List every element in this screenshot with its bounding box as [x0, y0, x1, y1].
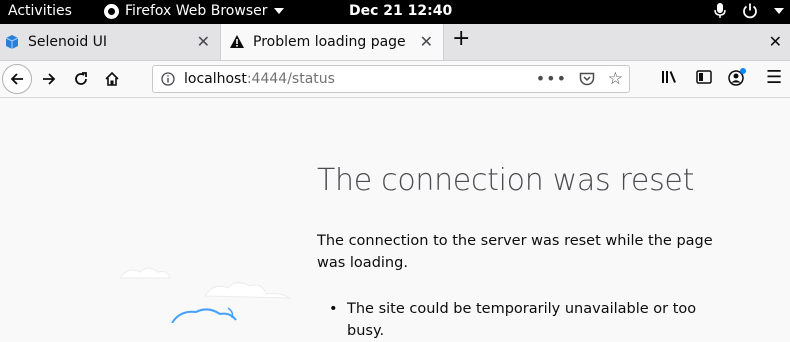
illustration-cloud-image	[119, 267, 292, 323]
chevron-down-icon	[774, 8, 784, 14]
reload-icon	[75, 72, 87, 85]
power-icon	[743, 3, 757, 19]
activities-button[interactable]: Activities	[8, 3, 72, 19]
info-icon[interactable]	[161, 72, 175, 86]
home-button[interactable]	[99, 66, 125, 92]
mic-icon	[714, 3, 726, 18]
back-button[interactable]	[2, 64, 32, 94]
warning-icon	[229, 34, 245, 50]
reload-button[interactable]	[68, 66, 94, 92]
tab-selenoid-ui[interactable]: Selenoid UI ✕	[0, 24, 220, 60]
app-menu[interactable]: Firefox Web Browser	[104, 3, 284, 19]
error-suggestions-list: The site could be temporarily unavailabl…	[317, 298, 737, 342]
chevron-down-icon	[273, 8, 284, 14]
home-icon	[105, 71, 119, 86]
back-icon	[10, 73, 23, 85]
new-tab-button[interactable]: +	[452, 26, 470, 51]
url-text[interactable]: localhost:4444/status	[184, 71, 335, 87]
app-menu-label: Firefox Web Browser	[125, 3, 268, 19]
pocket-icon[interactable]	[579, 72, 595, 87]
tab-strip: Selenoid UI ✕ Problem loading page ✕ + ✕	[0, 24, 790, 61]
close-icon[interactable]: ✕	[197, 32, 210, 51]
nav-toolbar: localhost:4444/status ••• ☆ ☰	[0, 61, 790, 98]
url-path: :4444/status	[246, 71, 335, 87]
forward-button[interactable]	[36, 66, 62, 92]
error-page: The connection was reset The connection …	[0, 98, 790, 339]
url-host: localhost	[184, 71, 247, 87]
sidebar-icon[interactable]	[696, 69, 712, 85]
list-item: The site could be temporarily unavailabl…	[317, 298, 737, 342]
firefox-icon	[104, 3, 119, 19]
close-icon[interactable]: ✕	[420, 32, 433, 51]
tab-label: Problem loading page	[253, 34, 406, 50]
tab-problem-loading-page[interactable]: Problem loading page ✕	[220, 24, 444, 60]
system-tray[interactable]	[714, 3, 784, 19]
gnome-top-bar: Activities Firefox Web Browser Dec 21 12…	[0, 0, 790, 24]
library-icon[interactable]	[661, 69, 678, 85]
clock[interactable]: Dec 21 12:40	[349, 3, 452, 19]
account-icon[interactable]	[727, 67, 747, 87]
bookmark-star-icon[interactable]: ☆	[608, 69, 623, 89]
error-description: The connection to the server was reset w…	[317, 233, 713, 271]
forward-icon	[43, 73, 56, 85]
selenoid-cube-icon	[4, 34, 20, 50]
tab-label: Selenoid UI	[28, 34, 108, 50]
menu-icon[interactable]: ☰	[766, 67, 782, 88]
error-title: The connection was reset	[317, 163, 695, 198]
page-actions-icon[interactable]: •••	[536, 69, 567, 88]
url-bar[interactable]: localhost:4444/status ••• ☆	[152, 65, 630, 93]
close-window-icon[interactable]: ✕	[769, 32, 782, 51]
